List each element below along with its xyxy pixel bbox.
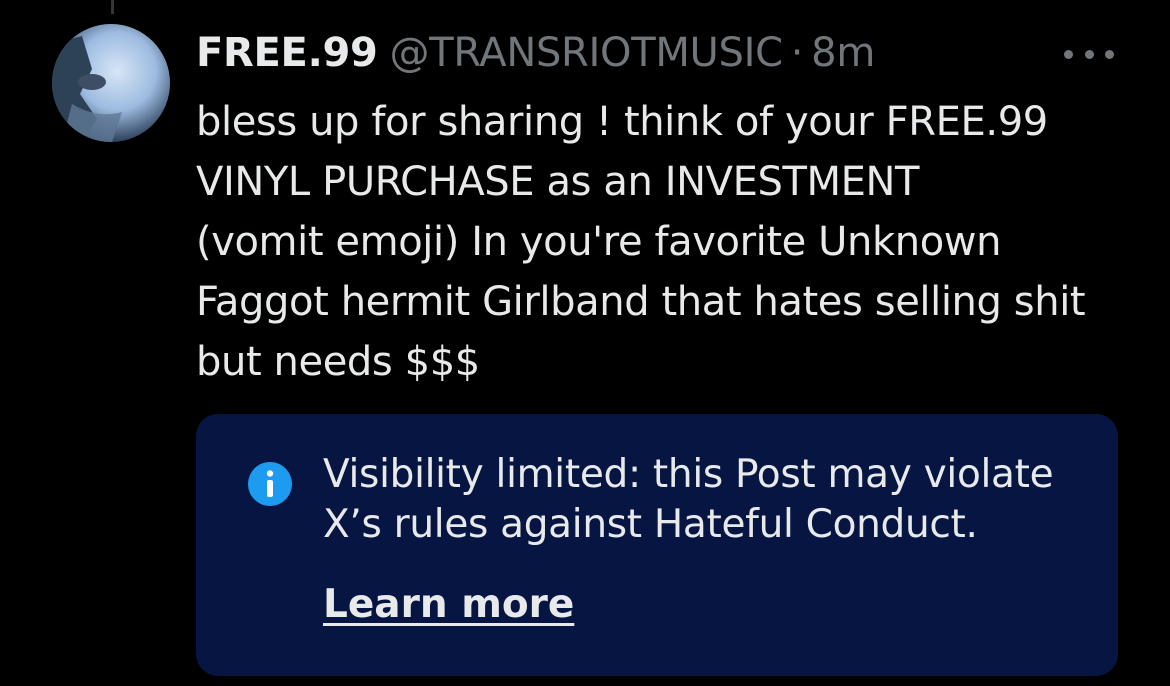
post-header: FREE.99 @TRANSRIOTMUSIC · 8m — [196, 30, 875, 80]
thread-connector-line — [111, 0, 114, 14]
separator-dot: · — [790, 30, 804, 76]
avatar-image — [52, 24, 170, 142]
more-options-icon[interactable] — [1064, 40, 1114, 68]
notice-line: Visibility limited: this Post may violat… — [323, 452, 1054, 497]
more-dot — [1084, 49, 1094, 59]
user-handle[interactable]: @TRANSRIOTMUSIC — [390, 30, 784, 76]
post-timestamp[interactable]: 8m — [811, 30, 875, 76]
more-dot — [1064, 49, 1073, 59]
visibility-limited-notice: Visibility limited: this Post may violat… — [196, 414, 1118, 676]
display-name[interactable]: FREE.99 — [196, 30, 378, 76]
info-icon — [248, 462, 292, 506]
post-text-line: (vomit emoji) In you're favorite Unknown — [196, 219, 1002, 265]
post-text-line: bless up for sharing ! think of your FRE… — [196, 99, 1048, 145]
notice-message: Visibility limited: this Post may violat… — [323, 450, 1093, 550]
post-text-line: Faggot hermit Girlband that hates sellin… — [196, 279, 1086, 325]
post-text-line: but needs $$$ — [196, 339, 480, 385]
post-text: bless up for sharing ! think of your FRE… — [196, 92, 1146, 392]
more-dot — [1105, 49, 1114, 59]
learn-more-link[interactable]: Learn more — [323, 582, 574, 627]
avatar[interactable] — [52, 24, 170, 142]
notice-line: X’s rules against Hateful Conduct. — [323, 502, 978, 547]
post-text-line: VINYL PURCHASE as an INVESTMENT — [196, 159, 920, 205]
